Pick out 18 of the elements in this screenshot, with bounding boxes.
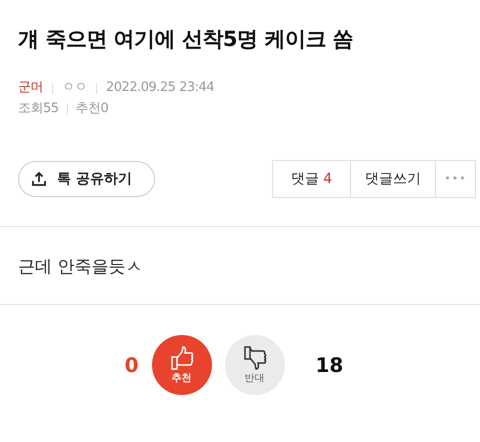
thumbs-up-icon — [168, 344, 194, 370]
comment-count: 4 — [322, 170, 332, 186]
post-date: 2022.09.25 23:44 — [106, 79, 214, 97]
upvote-count: 0 — [124, 352, 138, 379]
downvote-count: 18 — [316, 352, 344, 379]
share-icon — [31, 171, 47, 187]
post-body: 근데 안죽을듯ㅅ — [17, 256, 144, 279]
author-name: ㅇㅇ — [62, 79, 87, 97]
view-count: 조회55 — [18, 100, 59, 118]
oppose-button[interactable]: 반대 — [224, 335, 284, 395]
post-title: 걔 죽으면 여기에 선착5명 케이크 쏨 — [18, 26, 354, 53]
recommend-button[interactable]: 추천 — [152, 335, 212, 395]
share-button[interactable]: 톡 공유하기 — [18, 161, 155, 197]
write-comment-button[interactable]: 댓글쓰기 — [351, 161, 436, 197]
recommend-count: 추천0 — [76, 100, 108, 118]
thumbs-down-icon — [242, 344, 268, 370]
comments-button[interactable]: 댓글 4 — [273, 161, 351, 197]
board-name[interactable]: 군머 — [18, 79, 43, 97]
